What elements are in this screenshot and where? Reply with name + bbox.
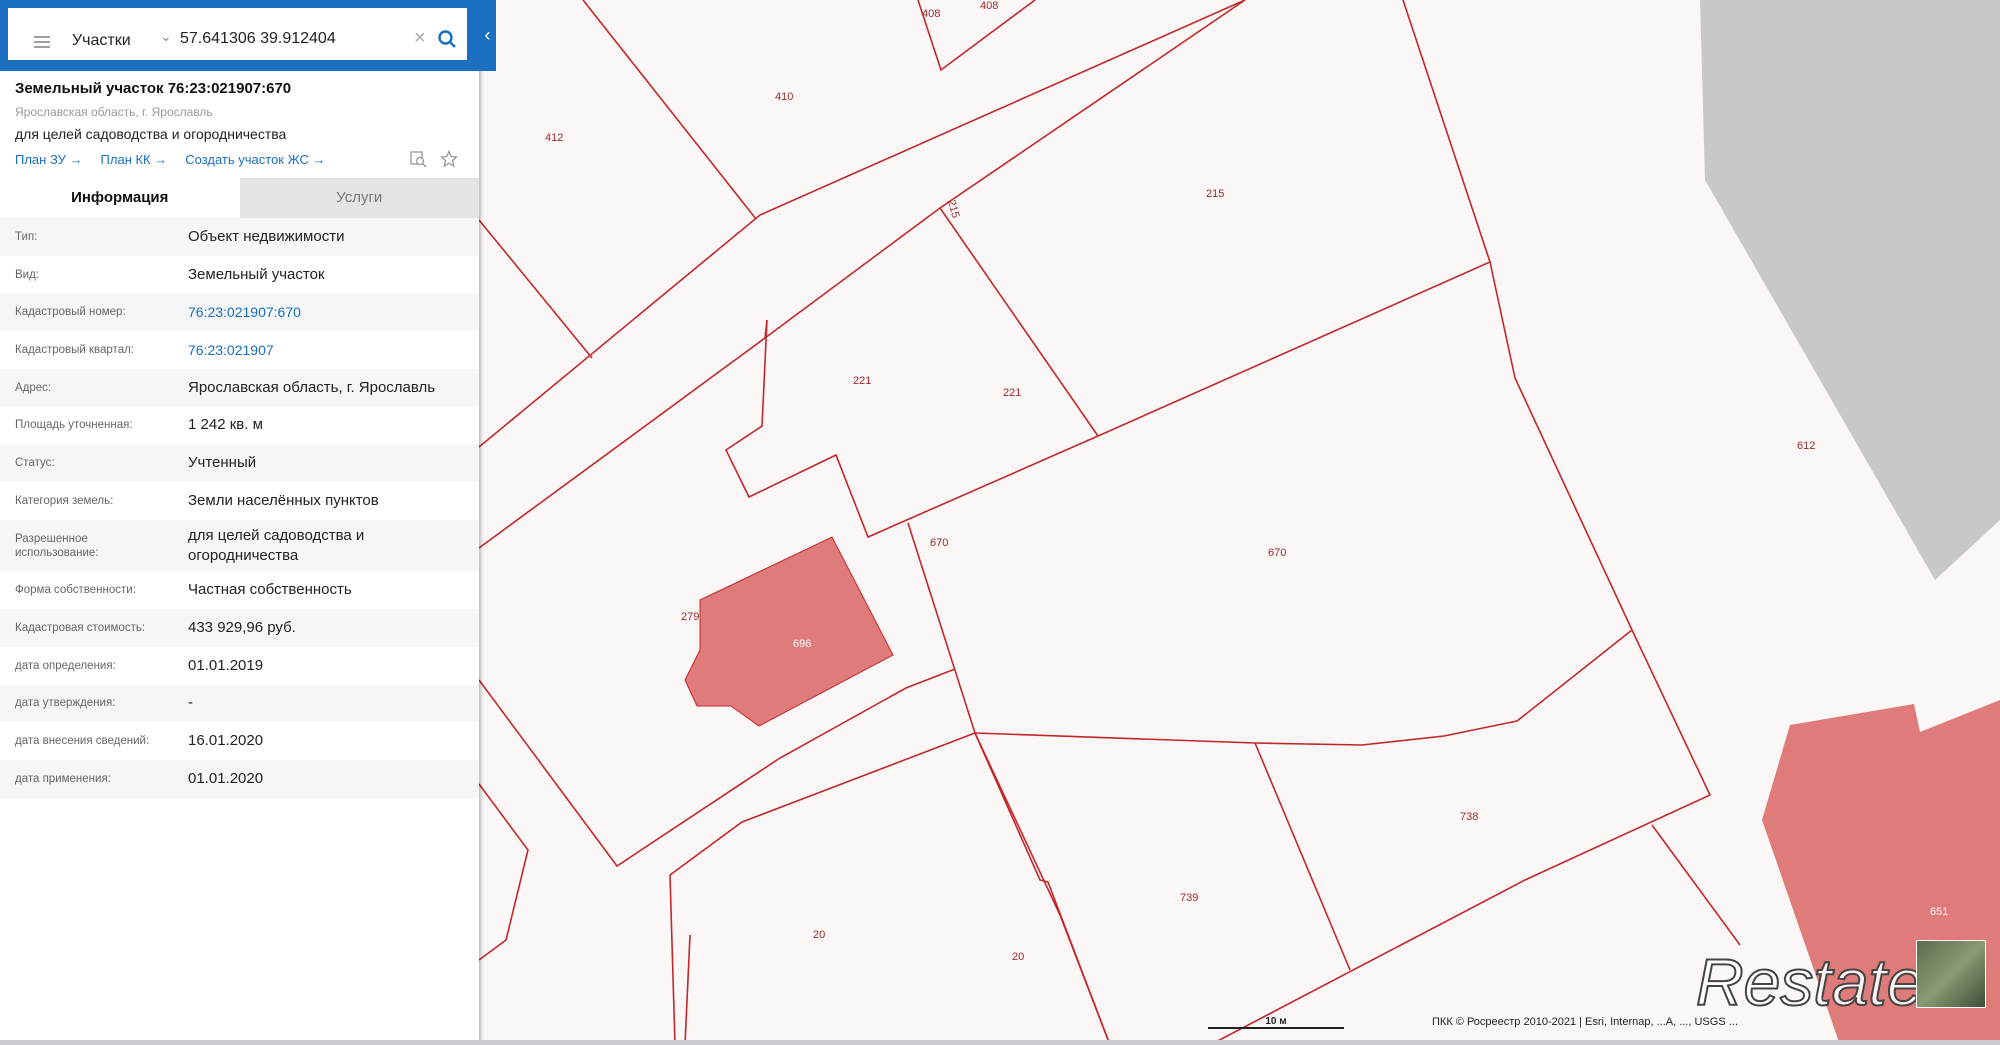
info-value: Частная собственность (188, 581, 352, 599)
info-value: 01.01.2019 (188, 656, 264, 674)
info-table: Тип: Объект недвижимости Вид: Земельный уч… (0, 218, 479, 798)
parcel-label: 408 (922, 8, 941, 20)
parcel-region: Ярославская область, г. Ярославль (15, 105, 213, 119)
parcel-label: 696 (793, 638, 812, 650)
info-row: Вид: Земельный участок (0, 255, 479, 294)
tab-info[interactable]: Информация (0, 178, 240, 218)
info-key: Статус: (15, 456, 55, 469)
zoom-to-icon[interactable] (410, 150, 428, 168)
info-row: дата определения: 01.01.2019 (0, 646, 479, 685)
panel-tabs: Информация Услуги (0, 178, 479, 218)
parcel-label: 215 (1206, 188, 1225, 200)
info-key: дата утверждения: (15, 697, 116, 710)
info-row: Форма собственности: Частная собственност… (0, 571, 479, 610)
info-value: 433 929,96 руб. (188, 619, 296, 637)
parcel-boundaries (478, 0, 1741, 1045)
info-key: Кадастровый квартал: (15, 343, 134, 356)
info-key: Площадь уточненная: (15, 419, 133, 432)
info-value: 01.01.2020 (188, 769, 264, 787)
map-attribution: ПКК © Росреестр 2010-2021 | Esri, Intern… (1432, 1016, 1738, 1028)
info-row: Категория земель: Земли населённых пункто… (0, 481, 479, 520)
info-key: дата внесения сведений: (15, 735, 150, 748)
parcel-label: 651 (1930, 906, 1949, 918)
parcel-title: Земельный участок 76:23:021907:670 (15, 80, 292, 97)
info-value: 1 242 кв. м (188, 416, 263, 434)
layer-select[interactable]: Участки (72, 32, 131, 50)
info-row: дата утверждения: - (0, 684, 479, 723)
info-row: Кадастровый квартал: 76:23:021907 (0, 331, 479, 369)
info-key: Кадастровая стоимость: (15, 622, 146, 635)
parcel-label: 410 (775, 91, 794, 103)
info-row: дата внесения сведений: 16.01.2020 (0, 722, 479, 760)
bottom-bar (0, 1040, 2000, 1045)
info-row: дата применения: 01.01.2020 (0, 759, 479, 798)
cadastral-quarter-link[interactable]: 76:23:021907 (173, 340, 479, 360)
plan-kk-link[interactable]: План КК → (101, 152, 168, 167)
parcel-label: 412 (545, 132, 564, 144)
info-row: Площадь уточненная: 1 242 кв. м (0, 406, 479, 445)
parcel-label: 739 (1180, 892, 1199, 904)
search-input[interactable] (180, 24, 402, 54)
parcel-tools (410, 150, 458, 168)
watermark-logo: Restate (1695, 944, 1924, 1020)
info-key: дата определения: (15, 659, 116, 672)
info-key: Адрес: (15, 381, 52, 394)
search-bar: Участки ⌄ × ‹ (0, 0, 496, 71)
cadastral-number-link[interactable]: 76:23:021907:670 (173, 302, 479, 322)
info-value: Ярославская область, г. Ярославль (188, 378, 436, 396)
info-row: Статус: Учтенный (0, 444, 479, 482)
info-key: Вид: (15, 268, 39, 281)
info-value: Земли населённых пунктов (188, 491, 379, 509)
parcel-label: 221 (853, 375, 872, 387)
parcel-label: 408 (980, 0, 999, 12)
info-value: Земельный участок (188, 265, 325, 283)
chevron-down-icon[interactable]: ⌄ (160, 28, 172, 45)
info-key: Разрешенное использование: (15, 532, 99, 559)
info-key: Кадастровый номер: (15, 306, 126, 319)
parcel-label: 20 (813, 929, 826, 941)
scale-bar: 10 м (1208, 1016, 1344, 1029)
plan-zu-link[interactable]: План ЗУ → (15, 152, 83, 167)
parcel-label: 20 (1012, 951, 1025, 963)
star-icon[interactable] (440, 150, 458, 168)
info-value: - (188, 694, 193, 712)
info-row: Разрешенное использование: для целей садо… (0, 519, 479, 572)
menu-icon[interactable] (34, 36, 50, 48)
info-row: Адрес: Ярославская область, г. Ярославль (0, 368, 479, 407)
parcel-label: 670 (930, 537, 949, 549)
parcel-links: План ЗУ → План КК → Создать участок ЖС → (15, 152, 325, 167)
info-row: Тип: Объект недвижимости (0, 218, 479, 256)
create-zhs-link[interactable]: Создать участок ЖС → (185, 152, 325, 167)
info-value: Объект недвижимости (188, 227, 345, 245)
building-696 (684, 536, 894, 727)
info-value: для целей садоводства и огородничества (188, 526, 365, 564)
search-icon[interactable] (438, 30, 456, 48)
parcel-label: 221 (1003, 387, 1022, 399)
collapse-chevron-icon[interactable]: ‹ (479, 22, 496, 48)
info-panel: Земельный участок 76:23:021907:670 Яросл… (0, 0, 479, 1045)
grey-area (1700, 0, 2000, 580)
parcel-label: 612 (1797, 440, 1816, 452)
info-key: Форма собственности: (15, 584, 136, 597)
clear-icon[interactable]: × (414, 28, 426, 48)
parcel-label: 670 (1268, 547, 1287, 559)
info-row: Кадастровый номер: 76:23:021907:670 (0, 293, 479, 332)
info-row: Кадастровая стоимость: 433 929,96 руб. (0, 609, 479, 647)
info-value: 16.01.2020 (188, 732, 264, 750)
parcel-label: 738 (1460, 811, 1479, 823)
tab-services[interactable]: Услуги (239, 178, 479, 218)
info-key: дата применения: (15, 772, 111, 785)
search-box: Участки ⌄ × (8, 8, 467, 60)
parcel-label: 279 (681, 611, 700, 623)
info-value: Учтенный (188, 453, 257, 471)
info-key: Тип: (15, 230, 38, 243)
info-key: Категория земель: (15, 494, 114, 507)
basemap-switcher[interactable] (1916, 940, 1986, 1008)
parcel-purpose: для целей садоводства и огородничества (15, 126, 287, 142)
